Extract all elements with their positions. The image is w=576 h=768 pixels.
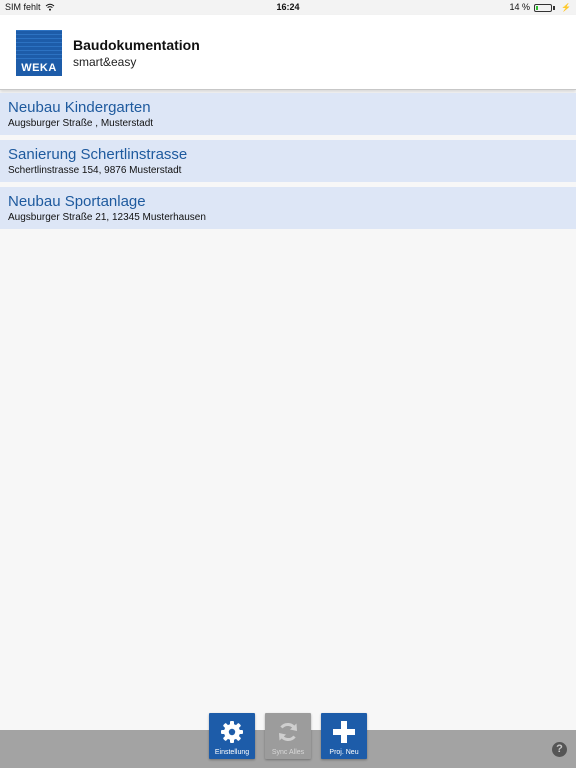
status-time: 16:24 xyxy=(276,2,300,12)
battery-icon xyxy=(534,3,556,12)
project-name: Neubau Sportanlage xyxy=(8,193,146,210)
status-bar: SIM fehlt 16:24 14 % ⚡ xyxy=(0,0,576,15)
sync-all-button[interactable]: Sync Alles xyxy=(265,713,311,759)
project-list: Neubau Kindergarten Augsburger Straße , … xyxy=(0,93,576,234)
app-header: WEKA Baudokumentation smart&easy xyxy=(0,15,576,90)
logo-text: WEKA xyxy=(21,62,57,74)
charging-icon: ⚡ xyxy=(561,3,571,12)
app-title: Baudokumentation xyxy=(73,37,200,53)
project-address: Schertlinstrasse 154, 9876 Musterstadt xyxy=(8,165,182,176)
project-address: Augsburger Straße , Musterstadt xyxy=(8,118,154,129)
project-item[interactable]: Neubau Sportanlage Augsburger Straße 21,… xyxy=(0,187,576,229)
plus-icon xyxy=(333,721,355,743)
project-item[interactable]: Neubau Kindergarten Augsburger Straße , … xyxy=(0,93,576,135)
settings-label: Einstellung xyxy=(214,749,250,756)
project-address: Augsburger Straße 21, 12345 Musterhausen xyxy=(8,212,206,223)
project-item[interactable]: Sanierung Schertlinstrasse Schertlinstra… xyxy=(0,140,576,182)
project-name: Sanierung Schertlinstrasse xyxy=(8,146,188,163)
project-name: Neubau Kindergarten xyxy=(8,99,151,116)
battery-level xyxy=(536,5,538,10)
app-subtitle: smart&easy xyxy=(73,55,137,69)
new-project-label: Proj. Neu xyxy=(329,749,359,756)
weka-logo: WEKA xyxy=(16,30,62,76)
settings-button[interactable]: Einstellung xyxy=(209,713,255,759)
sync-icon xyxy=(279,722,297,742)
sync-label: Sync Alles xyxy=(271,749,305,756)
battery-percent: 14 % xyxy=(509,2,531,12)
status-right: 14 % ⚡ xyxy=(510,0,571,15)
gear-icon xyxy=(221,721,243,743)
new-project-button[interactable]: Proj. Neu xyxy=(321,713,367,759)
help-icon[interactable]: ? xyxy=(552,742,567,757)
